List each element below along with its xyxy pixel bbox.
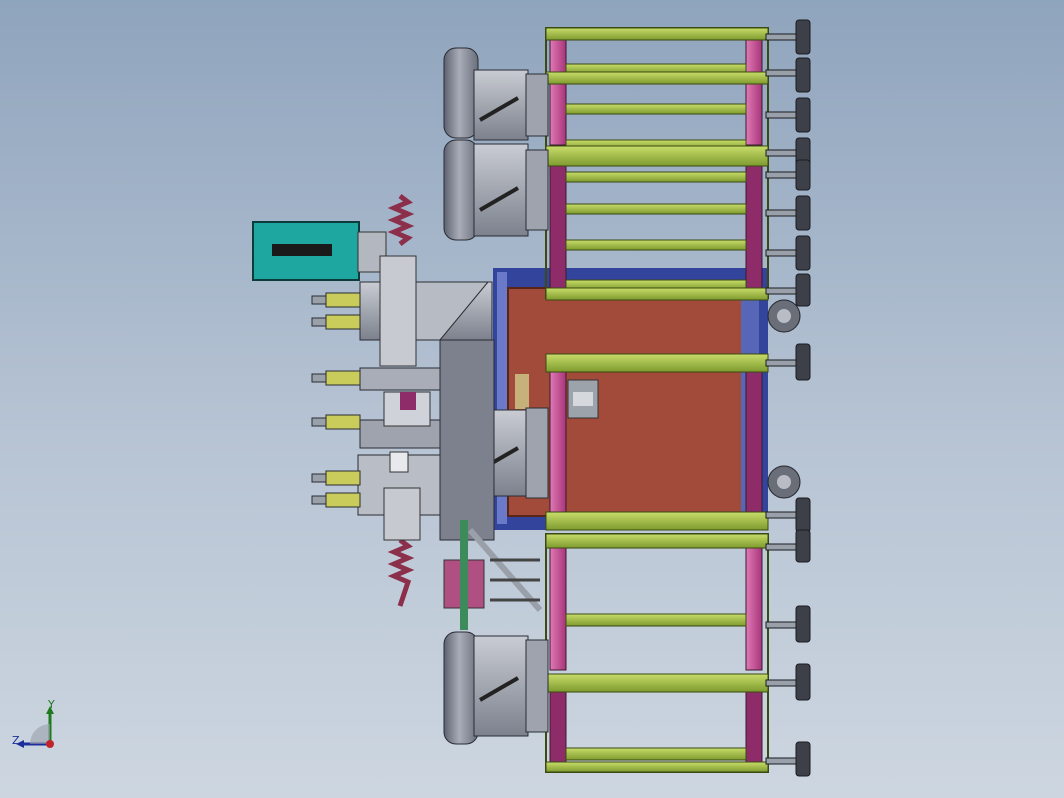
air-fittings [311, 292, 361, 508]
axis-y-label: Y [48, 698, 55, 711]
axis-z-label: Z [12, 734, 20, 747]
leveling-feet [765, 19, 811, 777]
control-box [252, 221, 387, 281]
coordinate-triad-icon: Y Z [8, 698, 68, 760]
machine-assembly-drawing [252, 19, 811, 777]
cad-viewport[interactable]: Y Z [0, 0, 1064, 798]
